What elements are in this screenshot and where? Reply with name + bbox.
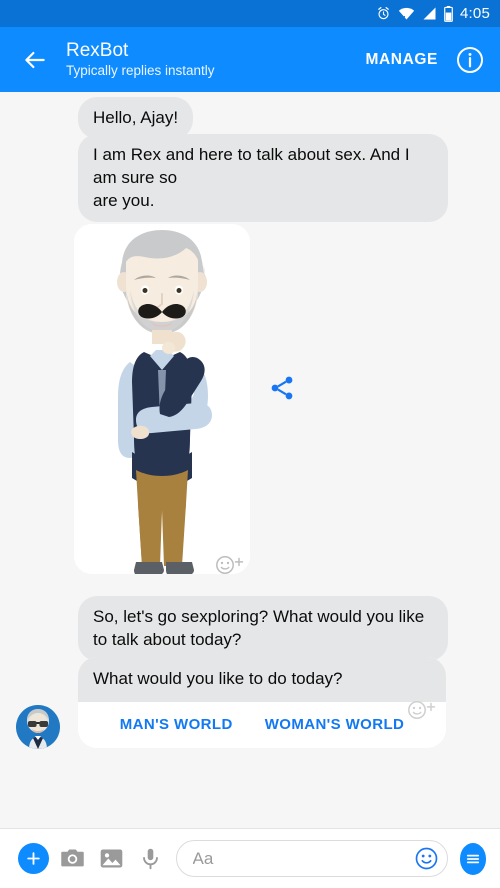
status-time: 4:05	[460, 5, 490, 22]
share-icon	[271, 376, 293, 400]
add-attachment-button[interactable]	[14, 835, 53, 882]
message-composer	[0, 828, 500, 888]
emoji-smiley-icon	[415, 847, 437, 870]
menu-button[interactable]	[459, 842, 486, 875]
add-reaction-button[interactable]	[404, 699, 440, 720]
template-buttons: MAN'S WORLD WOMAN'S WORLD	[78, 702, 446, 748]
header-title-block[interactable]: RexBot Typically replies instantly	[66, 40, 366, 80]
bot-name: RexBot	[66, 39, 129, 61]
plus-icon	[27, 852, 40, 865]
messenger-screen: 4:05 RexBot Typically replies instantly …	[0, 0, 500, 888]
message-bubble[interactable]: Hello, Ajay!	[78, 97, 194, 139]
info-button[interactable]	[456, 46, 484, 74]
gallery-icon	[100, 849, 122, 868]
hamburger-menu-icon	[466, 854, 479, 863]
microphone-button[interactable]	[131, 835, 170, 882]
avatar[interactable]	[16, 705, 60, 749]
camera-button[interactable]	[53, 835, 92, 882]
status-bar: 4:05	[0, 0, 500, 27]
template-text: What would you like to do today?	[78, 657, 446, 702]
character-illustration	[74, 224, 250, 574]
wifi-icon	[398, 6, 415, 21]
message-bubble[interactable]: So, let's go sexploring? What would you …	[78, 596, 448, 661]
plus-button[interactable]	[17, 843, 49, 874]
image-attachment[interactable]	[74, 224, 250, 574]
message-bubble[interactable]: I am Rex and here to talk about sex. And…	[78, 134, 448, 222]
chat-header: RexBot Typically replies instantly MANAG…	[0, 27, 500, 92]
bot-subtitle: Typically replies instantly	[66, 62, 215, 78]
message-input[interactable]	[192, 848, 414, 869]
mans-world-button[interactable]: MAN'S WORLD	[120, 716, 233, 733]
gallery-button[interactable]	[92, 835, 131, 882]
cellular-signal-icon	[422, 6, 437, 21]
add-reaction-icon	[408, 700, 436, 719]
womans-world-button[interactable]: WOMAN'S WORLD	[265, 716, 405, 733]
add-reaction-button[interactable]	[212, 554, 248, 575]
add-reaction-icon	[216, 555, 244, 574]
battery-icon	[444, 5, 453, 22]
info-circle-icon	[456, 46, 484, 73]
message-list[interactable]: Hello, Ajay! I am Rex and here to talk a…	[0, 92, 500, 888]
microphone-icon	[142, 848, 158, 870]
message-input-wrapper[interactable]	[175, 840, 448, 877]
camera-icon	[61, 849, 84, 867]
bot-avatar-icon	[16, 705, 60, 749]
button-template-card: What would you like to do today? MAN'S W…	[78, 657, 446, 748]
alarm-icon	[376, 6, 391, 21]
back-arrow-icon	[25, 51, 45, 68]
manage-button[interactable]: MANAGE	[366, 51, 439, 69]
share-button[interactable]	[268, 374, 296, 402]
emoji-button[interactable]	[414, 846, 439, 871]
back-button[interactable]	[14, 39, 56, 81]
